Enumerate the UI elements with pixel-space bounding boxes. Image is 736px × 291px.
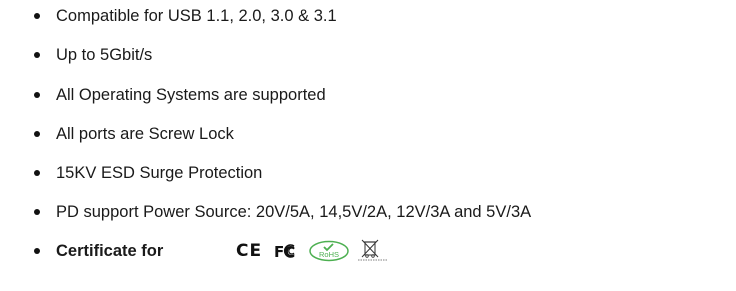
bullet-icon [34, 13, 40, 19]
bullet-icon [34, 52, 40, 58]
list-item: Compatible for USB 1.1, 2.0, 3.0 & 3.1 [0, 4, 736, 28]
list-item: PD support Power Source: 20V/5A, 14,5V/2… [0, 200, 736, 224]
rohs-text: RoHS [319, 250, 339, 259]
bullet-icon [34, 248, 40, 254]
list-item: All Operating Systems are supported [0, 83, 736, 107]
feature-text: Up to 5Gbit/s [56, 45, 153, 64]
bullet-icon [34, 92, 40, 98]
crossed-out-wheelie-bin-icon [356, 239, 390, 263]
feature-text: All ports are Screw Lock [56, 124, 234, 143]
rohs-logo-icon: RoHS [308, 240, 350, 262]
bullet-icon [34, 131, 40, 137]
list-item: 15KV ESD Surge Protection [0, 161, 736, 185]
certificate-item: Certificate for CE FC RoHS [0, 239, 736, 263]
fcc-logo-icon: FC [274, 242, 300, 260]
bullet-icon [34, 170, 40, 176]
ce-mark-icon: CE [236, 241, 263, 261]
certificate-label: Certificate for [56, 241, 164, 260]
list-item: All ports are Screw Lock [0, 122, 736, 146]
list-item: Up to 5Gbit/s [0, 43, 736, 67]
feature-text: All Operating Systems are supported [56, 85, 326, 104]
certification-logos: CE FC RoHS [236, 239, 390, 263]
bullet-icon [34, 209, 40, 215]
feature-text: 15KV ESD Surge Protection [56, 163, 263, 182]
feature-text: PD support Power Source: 20V/5A, 14,5V/2… [56, 202, 532, 221]
feature-text: Compatible for USB 1.1, 2.0, 3.0 & 3.1 [56, 6, 337, 25]
